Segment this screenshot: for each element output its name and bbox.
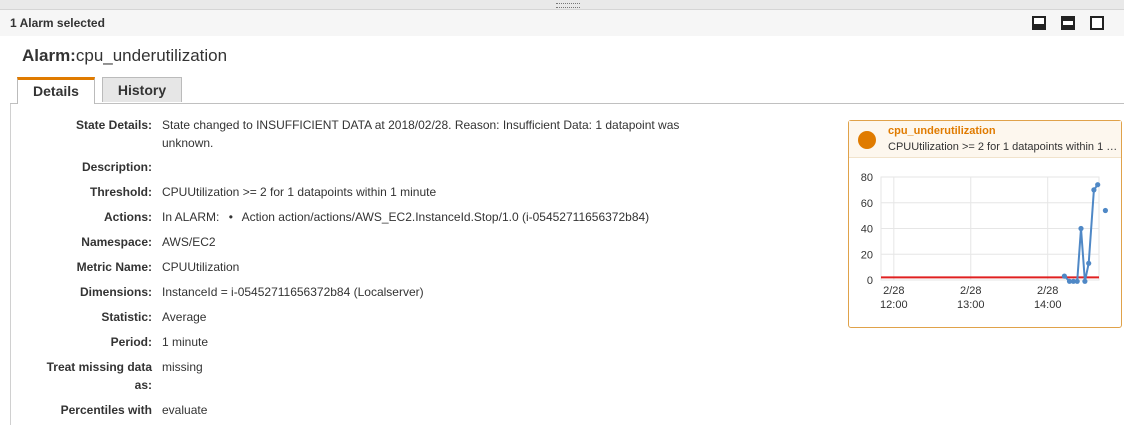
- x-tick-label: 2/28: [883, 285, 904, 297]
- alarm-title-prefix: Alarm:: [22, 46, 76, 65]
- treat-missing-label-line2: as:: [134, 378, 152, 392]
- alarm-chart-panel[interactable]: cpu_underutilization CPUUtilization >= 2…: [848, 120, 1122, 328]
- chart-subtitle: CPUUtilization >= 2 for 1 datapoints wit…: [888, 141, 1118, 153]
- detail-label: Namespace:: [81, 235, 152, 249]
- tab-details[interactable]: Details: [17, 77, 95, 104]
- tab-history[interactable]: History: [102, 77, 182, 102]
- state-details-line2: unknown.: [162, 136, 214, 150]
- data-point: [1095, 182, 1101, 188]
- data-point: [1082, 278, 1088, 284]
- detail-value: Average: [162, 310, 207, 324]
- y-tick-label: 40: [861, 224, 873, 236]
- detail-label: State Details:: [75, 118, 152, 132]
- detail-value: missing: [162, 360, 203, 374]
- x-tick-label: 2/28: [1037, 285, 1058, 297]
- data-point: [1078, 225, 1084, 232]
- data-point: [1061, 273, 1067, 279]
- state-details-line1: State changed to INSUFFICIENT DATA at 20…: [162, 118, 680, 132]
- alarm-name: cpu_underutilization: [75, 46, 228, 65]
- detail-label: Percentiles with: [60, 403, 152, 417]
- chart-header: cpu_underutilization CPUUtilization >= 2…: [849, 121, 1121, 158]
- y-tick-label: 0: [867, 275, 873, 287]
- detail-label: Metric Name:: [76, 260, 152, 274]
- bullet-icon: •: [228, 210, 233, 224]
- detail-label: Actions:: [104, 210, 152, 224]
- split-view-icon[interactable]: [1061, 16, 1075, 30]
- detail-value: InstanceId = i-05452711656372b84 (Locals…: [162, 285, 424, 299]
- maximize-icon[interactable]: [1090, 16, 1104, 30]
- detail-value: AWS/EC2: [162, 235, 216, 249]
- x-tick-label: 14:00: [1034, 299, 1062, 311]
- x-tick-label: 2/28: [960, 285, 981, 297]
- y-tick-label: 80: [861, 172, 873, 184]
- resize-bar[interactable]: [0, 0, 1124, 10]
- detail-label: Dimensions:: [79, 285, 152, 299]
- detail-value: CPUUtilization: [162, 260, 240, 274]
- detail-value: evaluate: [162, 403, 208, 417]
- detail-value: CPUUtilization >= 2 for 1 datapoints wit…: [162, 185, 437, 199]
- x-tick-label: 13:00: [957, 299, 985, 311]
- detail-value: State changed to INSUFFICIENT DATA at 20…: [162, 116, 752, 152]
- actions-state: In ALARM:: [162, 210, 220, 224]
- detail-label: Description:: [81, 160, 152, 174]
- detail-label: Treat missing data as:: [10, 358, 152, 394]
- alarm-status-icon: [858, 131, 876, 149]
- detail-value: 1 minute: [162, 335, 209, 349]
- detail-value: In ALARM: • Action action/actions/AWS_EC…: [162, 208, 752, 226]
- data-point: [1086, 260, 1092, 266]
- data-point: [1091, 187, 1097, 193]
- treat-missing-label-line1: Treat missing data: [46, 360, 152, 374]
- x-tick-label: 12:00: [880, 299, 908, 311]
- y-tick-label: 60: [861, 198, 873, 210]
- data-point: [1102, 207, 1108, 214]
- detail-label: Threshold:: [90, 185, 152, 199]
- tab-divider: [10, 103, 1124, 104]
- detail-label: Statistic:: [101, 310, 152, 324]
- chart-title[interactable]: cpu_underutilization: [888, 125, 996, 137]
- detail-label: Period:: [110, 335, 152, 349]
- resize-grip-icon[interactable]: [556, 3, 580, 8]
- cpu-utilization-chart: 0 20 40 60 80 2/28 12:00 2/28 13:00 2/28 14:00: [861, 172, 1108, 311]
- data-point: [1074, 278, 1080, 284]
- alarm-title: Alarm:cpu_underutilization: [22, 46, 227, 66]
- y-tick-label: 20: [861, 249, 873, 261]
- action-item: Action action/actions/AWS_EC2.InstanceId…: [241, 210, 650, 224]
- selection-count: 1 Alarm selected: [10, 16, 105, 30]
- selection-header: 1 Alarm selected: [0, 10, 1124, 36]
- dock-bottom-icon[interactable]: [1032, 16, 1046, 30]
